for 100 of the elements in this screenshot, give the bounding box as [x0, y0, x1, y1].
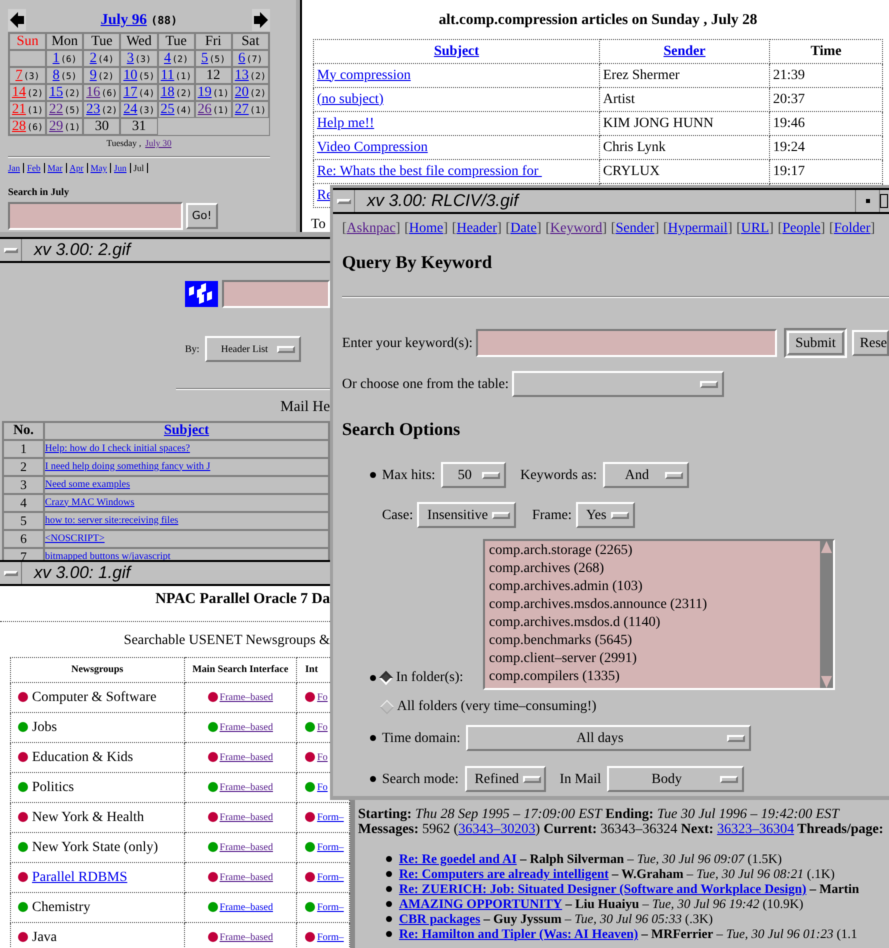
dropdown[interactable]: Insensitive: [417, 502, 516, 528]
day-number[interactable]: 24: [123, 102, 138, 118]
column-header[interactable]: Subject: [314, 39, 600, 63]
range-link[interactable]: 36323–36304: [717, 822, 794, 837]
nav-link[interactable]: Asknpac: [346, 218, 396, 239]
thread-subject-link[interactable]: Re: Computers are already intelligent: [399, 866, 609, 881]
month-title-link[interactable]: July 96: [100, 8, 147, 32]
day-number[interactable]: 10: [123, 68, 138, 84]
folder-option[interactable]: comp.archives.msdos.d (1140): [489, 614, 820, 632]
search-field[interactable]: [8, 202, 183, 230]
dropdown[interactable]: All days: [466, 725, 752, 751]
day-count: (4): [98, 54, 114, 67]
folder-option[interactable]: comp.client–server (2991): [489, 650, 820, 668]
dropdown[interactable]: Refined: [464, 766, 546, 792]
weekday-header: Mon: [46, 33, 84, 50]
day-number[interactable]: 11: [160, 68, 174, 84]
day-number[interactable]: 2: [90, 51, 97, 67]
next-month-button[interactable]: [252, 9, 270, 31]
day-count: (5): [209, 54, 226, 67]
day-link[interactable]: July 30: [145, 137, 172, 150]
range-link[interactable]: 36343–30203: [458, 822, 536, 837]
day-number[interactable]: 20: [234, 85, 249, 101]
month-link[interactable]: Feb: [27, 162, 40, 175]
day-number[interactable]: 17: [123, 85, 138, 101]
month-link[interactable]: Jun: [114, 162, 127, 175]
dropdown[interactable]: [512, 371, 724, 397]
nav-link[interactable]: Keyword: [550, 218, 602, 239]
day-number[interactable]: 18: [160, 85, 174, 101]
form-link[interactable]: Fo: [317, 720, 328, 734]
nav-link[interactable]: Sender: [616, 218, 654, 239]
day-count: (2): [172, 54, 188, 67]
thread-subject-link[interactable]: Re: Re goedel and AI: [399, 851, 517, 866]
nav-link[interactable]: Date: [510, 218, 537, 239]
form-link[interactable]: Fo: [317, 780, 328, 794]
day-number[interactable]: 8: [52, 68, 60, 84]
folder-option[interactable]: comp.compilers (1335): [489, 668, 820, 686]
nav-link[interactable]: Hypermail: [668, 218, 728, 239]
day-number[interactable]: 9: [90, 68, 97, 84]
subject-link[interactable]: Need some examples: [45, 478, 130, 490]
nav-link[interactable]: Folder: [834, 218, 870, 239]
dropdown[interactable]: Body: [607, 766, 744, 792]
submit-button[interactable]: Submit: [787, 331, 844, 355]
bullet-icon: [386, 900, 392, 906]
subject-link[interactable]: Crazy MAC Windows: [45, 496, 134, 508]
bracket: ]: [769, 220, 774, 238]
folder-option[interactable]: comp.archives (268): [489, 560, 820, 578]
folder-option[interactable]: comp.archives.msdos.announce (2311): [489, 596, 820, 614]
thread-subject-link[interactable]: AMAZING OPPORTUNITY: [399, 896, 562, 911]
column-header[interactable]: Sender: [600, 39, 770, 63]
thread-subject-link[interactable]: Re: ZUERICH: Job: Situated Designer (Software and Workplace Design): [399, 881, 806, 896]
folder-option[interactable]: comp.benchmarks (5645): [489, 632, 820, 650]
day-count: (3): [23, 71, 40, 84]
nav-link[interactable]: People: [782, 218, 820, 239]
day-number[interactable]: 1: [52, 51, 60, 67]
day-number[interactable]: 26: [198, 102, 212, 118]
nav-link[interactable]: Home: [409, 218, 444, 239]
folder-option[interactable]: comp.arch.storage (2265): [489, 542, 820, 560]
thread-subject-link[interactable]: Re: Hamilton and Tipler (Was: AI Heaven): [399, 926, 638, 941]
day-number[interactable]: 13: [234, 68, 249, 84]
radio-label: All folders (very time–consuming!): [397, 698, 596, 716]
dropdown[interactable]: And: [602, 462, 689, 488]
nav-link[interactable]: URL: [741, 218, 770, 239]
day-number[interactable]: 15: [49, 85, 64, 101]
thread-subject-link[interactable]: CBR packages: [399, 911, 480, 926]
form-link[interactable]: Fo: [317, 750, 328, 764]
go-button[interactable]: Go!: [186, 203, 218, 229]
previous-month-button[interactable]: [8, 9, 26, 31]
day-number[interactable]: 29: [49, 119, 64, 135]
day-number[interactable]: 3: [126, 51, 134, 67]
day-number[interactable]: 22: [49, 102, 64, 118]
dropdown[interactable]: 50: [441, 462, 506, 488]
day-number[interactable]: 23: [86, 102, 100, 118]
day-number[interactable]: 6: [238, 51, 246, 67]
day-number[interactable]: 4: [164, 51, 171, 67]
subject-link[interactable]: <NOSCRIPT>: [45, 532, 105, 544]
form-link[interactable]: Fo: [317, 690, 328, 704]
nav-link[interactable]: Header: [456, 218, 497, 239]
keyword-field[interactable]: [476, 329, 778, 357]
folder-option[interactable]: comp.archives.admin (103): [489, 578, 820, 596]
dropdown[interactable]: Yes: [576, 502, 635, 528]
day-number[interactable]: 25: [160, 102, 174, 118]
day-number[interactable]: 19: [198, 85, 212, 101]
subject-link[interactable]: Help me!!: [317, 116, 374, 130]
day-number[interactable]: 27: [234, 102, 249, 118]
reset-button[interactable]: Rese: [852, 330, 889, 356]
day-number[interactable]: 5: [201, 51, 208, 67]
month-link[interactable]: Jan: [8, 162, 20, 175]
weekday-header: Fri: [194, 33, 232, 50]
column-header[interactable]: Subject: [44, 422, 329, 440]
maximize-button[interactable]: [879, 190, 889, 212]
folder-listbox[interactable]: [483, 539, 835, 690]
day-number[interactable]: 16: [86, 85, 100, 101]
month-link[interactable]: May: [90, 162, 107, 175]
month-link[interactable]: Mar: [48, 162, 62, 175]
month-link[interactable]: Apr: [70, 162, 84, 175]
dropdown[interactable]: Header List: [205, 336, 302, 362]
subject-link[interactable]: (no subject): [317, 92, 384, 106]
search-field[interactable]: [222, 280, 330, 308]
newsgroup-name: Politics: [32, 778, 74, 796]
page-title: alt.comp.compression articles on Sunday , July 28: [438, 11, 758, 30]
